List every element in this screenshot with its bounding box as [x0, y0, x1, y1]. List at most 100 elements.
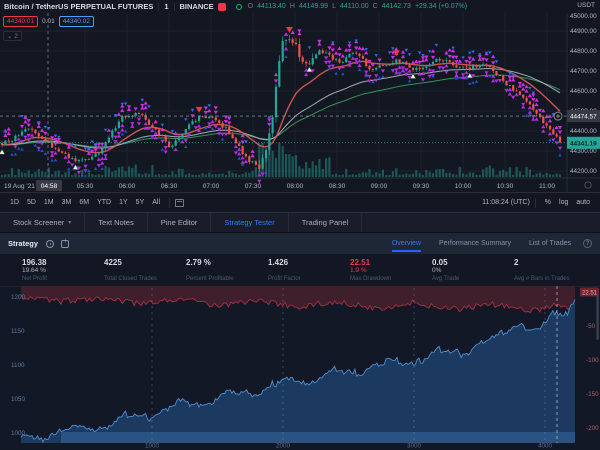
- stat-subvalue: [514, 267, 596, 275]
- range-button-1m[interactable]: 1M: [40, 197, 58, 208]
- range-button-6m[interactable]: 6M: [75, 197, 93, 208]
- stat-subvalue: 0%: [432, 267, 514, 275]
- stat-subvalue: [268, 267, 350, 275]
- panel-tab-stock-screener[interactable]: Stock Screener▾: [0, 213, 85, 232]
- range-buttons: 1D5D1M3M6MYTD1Y5YAll: [6, 197, 164, 208]
- drawdown-badge: 22.51: [580, 288, 599, 297]
- svg-text:3000: 3000: [407, 443, 422, 450]
- range-button-all[interactable]: All: [148, 197, 164, 208]
- symbol-header: Bitcoin / TetherUS PERPETUAL FUTURES 1 B…: [0, 0, 600, 13]
- svg-text:4000: 4000: [538, 443, 553, 450]
- help-icon[interactable]: ?: [583, 239, 592, 248]
- stat-label: Percent Profitable: [186, 275, 268, 283]
- crosshair-time-badge: 04:58: [36, 180, 62, 191]
- stat-total-closed-trades: 4225 Total Closed Trades: [104, 258, 186, 286]
- price-chart-svg[interactable]: 45000.00 44900.00 44800.00 44700.00 44600.00…: [0, 13, 600, 192]
- panel-tab-trading-panel[interactable]: Trading Panel: [289, 213, 362, 232]
- stat-subvalue: 1.9 %: [350, 267, 432, 275]
- panel-tab-text-notes[interactable]: Text Notes: [85, 213, 147, 232]
- scale-button--[interactable]: %: [541, 197, 555, 208]
- indicator-count: 2: [14, 33, 18, 40]
- stat-percent-profitable: 2.79 % Percent Profitable: [186, 258, 268, 286]
- stat-label: Avg # Bars in Trades: [514, 275, 596, 283]
- svg-text:45000.00: 45000.00: [570, 13, 597, 20]
- svg-text:10:00: 10:00: [455, 183, 472, 190]
- stat-value: 0.05: [432, 258, 514, 267]
- panel-tab-strategy-tester[interactable]: Strategy Tester: [211, 213, 288, 232]
- svg-text:44700.00: 44700.00: [570, 68, 597, 75]
- svg-text:09:30: 09:30: [413, 183, 430, 190]
- svg-text:-50: -50: [586, 323, 596, 330]
- svg-text:44600.00: 44600.00: [570, 88, 597, 95]
- range-button-5y[interactable]: 5Y: [132, 197, 149, 208]
- ohlc-value: 44142.73: [382, 3, 411, 10]
- range-button-1y[interactable]: 1Y: [115, 197, 132, 208]
- buy-button[interactable]: 44340.02: [59, 16, 94, 27]
- gear-icon[interactable]: [46, 240, 54, 248]
- clock-label[interactable]: 11:08:24 (UTC): [482, 199, 530, 206]
- add-strategy-icon[interactable]: [61, 240, 69, 248]
- svg-text:1000: 1000: [11, 430, 26, 437]
- stat-value: 2: [514, 258, 596, 267]
- go-to-date-icon[interactable]: [175, 199, 184, 207]
- panel-tabs: Stock Screener▾ Text Notes Pine Editor Stra…: [0, 213, 600, 233]
- svg-text:07:30: 07:30: [245, 183, 262, 190]
- stat-avg-trade: 0.050%Avg Trade: [432, 258, 514, 286]
- report-tab-overview[interactable]: Overview: [392, 235, 421, 252]
- axis-currency-label[interactable]: USDT: [577, 2, 595, 9]
- divider: [158, 3, 159, 11]
- svg-text:06:00: 06:00: [119, 183, 136, 190]
- chart-toolbar: 1D5D1M3M6MYTD1Y5YAll 11:08:24 (UTC) %log…: [0, 192, 600, 213]
- ohlc-key: C: [373, 3, 378, 10]
- panel-tab-pine-editor[interactable]: Pine Editor: [148, 213, 212, 232]
- sell-button[interactable]: 44340.01: [3, 16, 38, 27]
- svg-text:08:30: 08:30: [329, 183, 346, 190]
- svg-text:44800.00: 44800.00: [570, 48, 597, 55]
- svg-text:-100: -100: [586, 357, 599, 364]
- stat-value: 4225: [104, 258, 186, 267]
- stat-subvalue: [186, 267, 268, 275]
- scale-button-auto[interactable]: auto: [572, 197, 594, 208]
- report-tab-performance-summary[interactable]: Performance Summary: [439, 235, 511, 252]
- svg-text:1100: 1100: [11, 362, 25, 369]
- ohlc-value: 44149.99: [299, 3, 328, 10]
- svg-text:1050: 1050: [11, 396, 26, 403]
- tradingview-app: Bitcoin / TetherUS PERPETUAL FUTURES 1 B…: [0, 0, 600, 450]
- range-button-5d[interactable]: 5D: [23, 197, 40, 208]
- stat-profit-factor: 1.426 Profit Factor: [268, 258, 350, 286]
- chevron-down-icon: ⌄: [7, 33, 12, 40]
- svg-text:05:30: 05:30: [77, 183, 94, 190]
- symbol-title[interactable]: Bitcoin / TetherUS PERPETUAL FUTURES: [4, 2, 153, 11]
- bid-ask-overlay: 44340.01 0.01 44340.02: [3, 16, 94, 27]
- equity-curve-panel[interactable]: 1000200030004000120011501100105010000-50…: [0, 286, 600, 450]
- equity-chart-svg[interactable]: 1000200030004000120011501100105010000-50…: [0, 286, 600, 450]
- flag-icon[interactable]: [218, 3, 226, 11]
- scale-button-log[interactable]: log: [555, 197, 572, 208]
- collapse-indicators-button[interactable]: ⌄ 2: [3, 31, 22, 41]
- stat-subvalue: 19.64 %: [22, 267, 104, 275]
- performance-stats-row: 196.3819.64 %Net Profit4225 Total Closed…: [0, 254, 600, 286]
- panel-tab-label: Text Notes: [98, 218, 133, 227]
- svg-text:04:58: 04:58: [41, 183, 58, 190]
- divider: [174, 3, 175, 11]
- interval-button[interactable]: 1: [164, 2, 168, 11]
- spread-label: 0.01: [41, 18, 56, 25]
- svg-text:44300.00: 44300.00: [570, 148, 597, 155]
- range-button-1d[interactable]: 1D: [6, 197, 23, 208]
- svg-text:09:00: 09:00: [371, 183, 388, 190]
- panel-tab-label: Trading Panel: [302, 218, 348, 227]
- report-tab-list-of-trades[interactable]: List of Trades: [529, 235, 571, 252]
- exchange-label[interactable]: BINANCE: [180, 2, 214, 11]
- panel-tab-label: Pine Editor: [161, 218, 198, 227]
- ohlc-key: L: [332, 3, 336, 10]
- range-button-3m[interactable]: 3M: [58, 197, 76, 208]
- divider: [169, 198, 170, 208]
- range-button-ytd[interactable]: YTD: [93, 197, 115, 208]
- ohlc-key: H: [290, 3, 295, 10]
- svg-text:44900.00: 44900.00: [570, 28, 597, 35]
- svg-text:1200: 1200: [11, 294, 26, 301]
- svg-text:22.51: 22.51: [582, 291, 598, 297]
- svg-text:-200: -200: [586, 425, 599, 432]
- main-chart-panel[interactable]: 45000.00 44900.00 44800.00 44700.00 44600.00…: [0, 13, 600, 192]
- stat-label: Avg Trade: [432, 275, 514, 283]
